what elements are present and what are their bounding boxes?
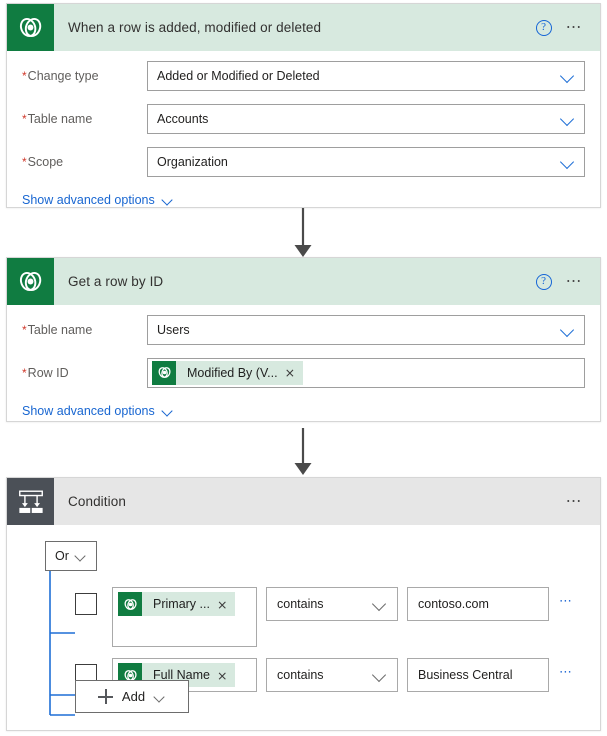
plus-icon bbox=[97, 689, 113, 704]
field-label: *Scope bbox=[22, 154, 64, 169]
row-checkbox[interactable] bbox=[75, 593, 97, 615]
card-title: Condition bbox=[68, 494, 126, 509]
field-table-name: *Table name Users bbox=[22, 311, 585, 348]
down-arrow-icon bbox=[288, 428, 318, 481]
token-label: Primary ... bbox=[153, 597, 210, 611]
field-label: *Table name bbox=[22, 111, 93, 126]
condition-field-input[interactable]: Primary ... × bbox=[112, 587, 257, 647]
field-change-type: *Change type Added or Modified or Delete… bbox=[22, 57, 585, 94]
flow-card-get-row[interactable]: Get a row by ID ? ⋯ *Table name Users *R… bbox=[6, 257, 601, 422]
chevron-down-icon[interactable] bbox=[162, 194, 174, 206]
condition-operator-dropdown[interactable]: contains bbox=[266, 658, 398, 692]
chevron-down-icon[interactable] bbox=[561, 323, 575, 337]
card-header: When a row is added, modified or deleted… bbox=[7, 4, 600, 51]
down-arrow-icon bbox=[288, 208, 318, 263]
dataverse-icon bbox=[118, 592, 142, 616]
field-row-id: *Row ID Modified By (V... × bbox=[22, 354, 585, 391]
condition-row: Primary ... × contains contoso.com ⋯ bbox=[7, 587, 600, 647]
ellipsis-icon[interactable]: ⋯ bbox=[566, 273, 584, 289]
scope-dropdown[interactable]: Organization bbox=[147, 146, 585, 177]
group-operator-dropdown[interactable]: Or bbox=[45, 541, 97, 571]
chevron-down-icon[interactable] bbox=[154, 691, 166, 703]
field-value: Users bbox=[157, 322, 190, 337]
group-operator-value: Or bbox=[55, 549, 69, 563]
dynamic-content-token[interactable]: Modified By (V... × bbox=[152, 360, 304, 385]
chevron-down-icon[interactable] bbox=[75, 550, 87, 562]
card-title: Get a row by ID bbox=[68, 274, 164, 289]
card-title: When a row is added, modified or deleted bbox=[68, 20, 322, 35]
field-value: Accounts bbox=[157, 111, 209, 126]
link-label: Show advanced options bbox=[22, 193, 155, 207]
condition-branch-icon bbox=[7, 478, 54, 525]
required-asterisk: * bbox=[22, 154, 27, 169]
required-asterisk: * bbox=[22, 111, 27, 126]
condition-value: Business Central bbox=[418, 668, 513, 682]
required-asterisk: * bbox=[22, 365, 27, 380]
flow-designer-canvas: When a row is added, modified or deleted… bbox=[0, 0, 607, 736]
show-advanced-options-link[interactable]: Show advanced options bbox=[22, 193, 174, 207]
dataverse-icon bbox=[7, 4, 54, 51]
close-icon[interactable]: × bbox=[217, 668, 235, 683]
flow-card-trigger[interactable]: When a row is added, modified or deleted… bbox=[6, 3, 601, 208]
condition-value-input[interactable]: Business Central bbox=[407, 658, 549, 692]
close-icon[interactable]: × bbox=[285, 365, 303, 380]
help-icon[interactable]: ? bbox=[535, 273, 552, 290]
chevron-down-icon[interactable] bbox=[561, 112, 575, 126]
required-asterisk: * bbox=[22, 322, 27, 337]
field-value: Added or Modified or Deleted bbox=[157, 68, 320, 83]
field-label: *Row ID bbox=[22, 365, 69, 380]
add-condition-button[interactable]: Add bbox=[75, 680, 189, 713]
card-body: *Change type Added or Modified or Delete… bbox=[7, 57, 600, 209]
ellipsis-icon[interactable]: ⋯ bbox=[559, 594, 574, 607]
card-header-actions: ? ⋯ bbox=[535, 19, 600, 36]
field-value: Organization bbox=[157, 154, 228, 169]
chevron-down-icon[interactable] bbox=[561, 155, 575, 169]
dynamic-content-token[interactable]: Primary ... × bbox=[118, 592, 236, 616]
change-type-dropdown[interactable]: Added or Modified or Deleted bbox=[147, 60, 585, 91]
chevron-down-icon[interactable] bbox=[373, 597, 387, 611]
condition-value-input[interactable]: contoso.com bbox=[407, 587, 549, 621]
operator-value: contains bbox=[277, 668, 324, 682]
row-id-input[interactable]: Modified By (V... × bbox=[147, 357, 585, 388]
dataverse-icon bbox=[7, 258, 54, 305]
condition-operator-dropdown[interactable]: contains bbox=[266, 587, 398, 621]
ellipsis-icon[interactable]: ⋯ bbox=[559, 665, 574, 678]
show-advanced-options-link[interactable]: Show advanced options bbox=[22, 404, 174, 418]
card-header: Get a row by ID ? ⋯ bbox=[7, 258, 600, 305]
field-label: *Change type bbox=[22, 68, 99, 83]
card-body: *Table name Users *Row ID Modified By (V… bbox=[7, 311, 600, 420]
field-scope: *Scope Organization bbox=[22, 143, 585, 180]
field-label: *Table name bbox=[22, 322, 93, 337]
card-header-actions: ⋯ bbox=[566, 493, 600, 509]
close-icon[interactable]: × bbox=[217, 597, 235, 612]
link-label: Show advanced options bbox=[22, 404, 155, 418]
table-name-dropdown[interactable]: Accounts bbox=[147, 103, 585, 134]
card-header-actions: ? ⋯ bbox=[535, 273, 600, 290]
card-header: Condition ⋯ bbox=[7, 478, 600, 525]
flow-card-condition[interactable]: Condition ⋯ Or Primary ... × contains co… bbox=[6, 477, 601, 731]
chevron-down-icon[interactable] bbox=[373, 668, 387, 682]
chevron-down-icon[interactable] bbox=[561, 69, 575, 83]
operator-value: contains bbox=[277, 597, 324, 611]
condition-value: contoso.com bbox=[418, 597, 489, 611]
condition-builder: Or Primary ... × contains contoso.com ⋯ … bbox=[7, 525, 600, 731]
add-button-label: Add bbox=[121, 689, 146, 704]
chevron-down-icon[interactable] bbox=[162, 405, 174, 417]
token-label: Modified By (V... bbox=[187, 365, 278, 380]
ellipsis-icon[interactable]: ⋯ bbox=[566, 19, 584, 35]
table-name-dropdown[interactable]: Users bbox=[147, 314, 585, 345]
ellipsis-icon[interactable]: ⋯ bbox=[566, 493, 584, 509]
required-asterisk: * bbox=[22, 68, 27, 83]
help-icon[interactable]: ? bbox=[535, 19, 552, 36]
field-table-name: *Table name Accounts bbox=[22, 100, 585, 137]
dataverse-icon bbox=[152, 360, 176, 385]
